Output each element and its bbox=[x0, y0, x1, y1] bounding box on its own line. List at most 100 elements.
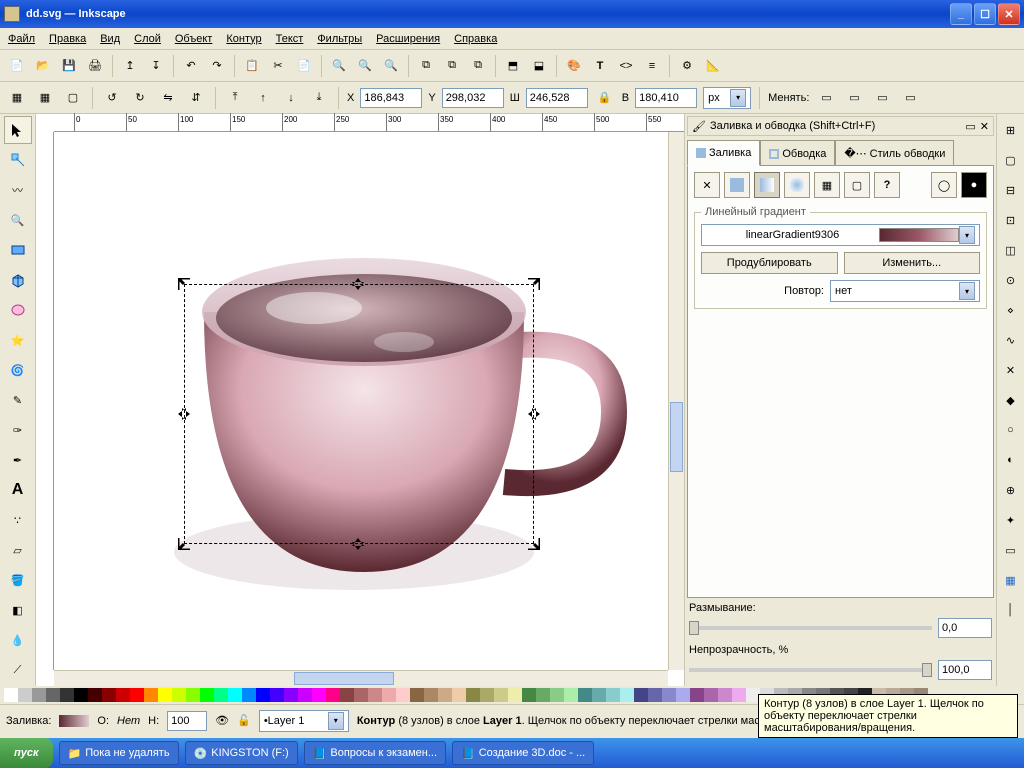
color-swatch[interactable] bbox=[494, 688, 508, 702]
color-swatch[interactable] bbox=[284, 688, 298, 702]
color-swatch[interactable] bbox=[228, 688, 242, 702]
pattern-icon[interactable]: ▦ bbox=[814, 172, 840, 198]
spray-tool-icon[interactable]: ∵ bbox=[4, 506, 32, 534]
snap-cusp-icon[interactable]: ◆ bbox=[997, 386, 1024, 414]
raise-icon[interactable]: ↑ bbox=[252, 87, 274, 109]
deselect-icon[interactable]: ▢ bbox=[62, 87, 84, 109]
start-button[interactable]: пуск bbox=[0, 738, 53, 768]
affect-stroke-icon[interactable]: ▭ bbox=[815, 87, 837, 109]
color-swatch[interactable] bbox=[18, 688, 32, 702]
ungroup-icon[interactable]: ⬓ bbox=[528, 55, 550, 77]
bucket-tool-icon[interactable]: 🪣 bbox=[4, 566, 32, 594]
lower-bottom-icon[interactable]: ⤓ bbox=[308, 87, 330, 109]
color-swatch[interactable] bbox=[60, 688, 74, 702]
snap-rotation-icon[interactable]: ✦ bbox=[997, 506, 1024, 534]
text-dialog-icon[interactable]: T bbox=[589, 55, 611, 77]
menu-object[interactable]: Объект bbox=[175, 33, 212, 45]
dropper-tool-icon[interactable]: 💧 bbox=[4, 626, 32, 654]
zoom-sel-icon[interactable]: 🔍 bbox=[328, 55, 350, 77]
color-swatch[interactable] bbox=[158, 688, 172, 702]
repeat-combo[interactable]: нет▾ bbox=[830, 280, 980, 302]
affect-pattern-icon[interactable]: ▭ bbox=[899, 87, 921, 109]
color-swatch[interactable] bbox=[242, 688, 256, 702]
panel-close-icon[interactable]: ✕ bbox=[980, 120, 989, 133]
xml-icon[interactable]: <> bbox=[615, 55, 637, 77]
gradient-combo[interactable]: linearGradient9306 ▾ bbox=[701, 224, 980, 246]
color-swatch[interactable] bbox=[592, 688, 606, 702]
menu-text[interactable]: Текст bbox=[276, 33, 304, 45]
color-swatch[interactable] bbox=[676, 688, 690, 702]
menu-filters[interactable]: Фильтры bbox=[317, 33, 362, 45]
color-swatch[interactable] bbox=[564, 688, 578, 702]
color-swatch[interactable] bbox=[410, 688, 424, 702]
snap-bbox-icon[interactable]: ▢ bbox=[997, 146, 1024, 174]
snap-guide-icon[interactable]: │ bbox=[997, 596, 1024, 624]
color-swatch[interactable] bbox=[452, 688, 466, 702]
text-tool-icon[interactable]: A bbox=[4, 476, 32, 504]
color-swatch[interactable] bbox=[424, 688, 438, 702]
swatch-icon[interactable]: ▢ bbox=[844, 172, 870, 198]
minimize-button[interactable]: _ bbox=[950, 3, 972, 25]
tab-stroke-style[interactable]: �⋯Стиль обводки bbox=[835, 140, 954, 166]
color-swatch[interactable] bbox=[46, 688, 60, 702]
snap-edge-icon[interactable]: ⊟ bbox=[997, 176, 1024, 204]
menu-file[interactable]: Файл bbox=[8, 33, 35, 45]
color-swatch[interactable] bbox=[550, 688, 564, 702]
snap-midpoint-icon[interactable]: ◐ bbox=[997, 446, 1024, 474]
bezier-tool-icon[interactable]: ✑ bbox=[4, 416, 32, 444]
maximize-button[interactable]: ☐ bbox=[974, 3, 996, 25]
snap-inter-icon[interactable]: ✕ bbox=[997, 356, 1024, 384]
unknown-paint-icon[interactable]: ? bbox=[874, 172, 900, 198]
color-swatch[interactable] bbox=[326, 688, 340, 702]
print-icon[interactable]: 🖨 bbox=[84, 55, 106, 77]
color-swatch[interactable] bbox=[690, 688, 704, 702]
no-paint-icon[interactable]: ✕ bbox=[694, 172, 720, 198]
snap-enable-icon[interactable]: ⊞ bbox=[997, 116, 1024, 144]
menu-edit[interactable]: Правка bbox=[49, 33, 86, 45]
color-swatch[interactable] bbox=[718, 688, 732, 702]
rect-tool-icon[interactable] bbox=[4, 236, 32, 264]
snap-path-icon[interactable]: ∿ bbox=[997, 326, 1024, 354]
handle-sw[interactable] bbox=[178, 538, 190, 550]
lower-icon[interactable]: ↓ bbox=[280, 87, 302, 109]
selector-tool-icon[interactable] bbox=[4, 116, 32, 144]
color-swatch[interactable] bbox=[32, 688, 46, 702]
snap-smooth-icon[interactable]: ○ bbox=[997, 416, 1024, 444]
docprefs-icon[interactable]: 📐 bbox=[702, 55, 724, 77]
tweak-tool-icon[interactable]: 〰 bbox=[4, 176, 32, 204]
snap-nodes-icon[interactable]: ⋄ bbox=[997, 296, 1024, 324]
duplicate-button[interactable]: Продублировать bbox=[701, 252, 838, 274]
color-swatch[interactable] bbox=[606, 688, 620, 702]
color-swatch[interactable] bbox=[368, 688, 382, 702]
radial-gradient-icon[interactable] bbox=[784, 172, 810, 198]
import-icon[interactable]: ↥ bbox=[119, 55, 141, 77]
snap-page-icon[interactable]: ▭ bbox=[997, 536, 1024, 564]
cut-icon[interactable]: ✂ bbox=[267, 55, 289, 77]
color-swatch[interactable] bbox=[214, 688, 228, 702]
snap-edgemid-icon[interactable]: ◫ bbox=[997, 236, 1024, 264]
color-swatch[interactable] bbox=[522, 688, 536, 702]
color-swatch[interactable] bbox=[102, 688, 116, 702]
tab-stroke[interactable]: Обводка bbox=[760, 140, 835, 166]
handle-w[interactable] bbox=[178, 408, 190, 420]
handle-nw[interactable] bbox=[178, 278, 190, 290]
color-swatch[interactable] bbox=[88, 688, 102, 702]
export-icon[interactable]: ↧ bbox=[145, 55, 167, 77]
handle-s[interactable] bbox=[352, 538, 364, 550]
select-all-icon[interactable]: ▦ bbox=[6, 87, 28, 109]
rotate-cw-icon[interactable]: ↻ bbox=[129, 87, 151, 109]
ellipse-tool-icon[interactable] bbox=[4, 296, 32, 324]
layer-combo[interactable]: •Layer 1▾ bbox=[259, 710, 349, 732]
connector-tool-icon[interactable]: ⟋ bbox=[4, 656, 32, 684]
evenodd-icon[interactable]: ◯ bbox=[931, 172, 957, 198]
canvas[interactable] bbox=[54, 132, 668, 670]
handle-se[interactable] bbox=[528, 538, 540, 550]
color-swatch[interactable] bbox=[74, 688, 88, 702]
color-swatch[interactable] bbox=[298, 688, 312, 702]
affect-corners-icon[interactable]: ▭ bbox=[843, 87, 865, 109]
gradient-tool-icon[interactable]: ◧ bbox=[4, 596, 32, 624]
menu-layer[interactable]: Слой bbox=[134, 33, 161, 45]
flip-h-icon[interactable]: ⇋ bbox=[157, 87, 179, 109]
pencil-tool-icon[interactable]: ✎ bbox=[4, 386, 32, 414]
color-swatch[interactable] bbox=[396, 688, 410, 702]
